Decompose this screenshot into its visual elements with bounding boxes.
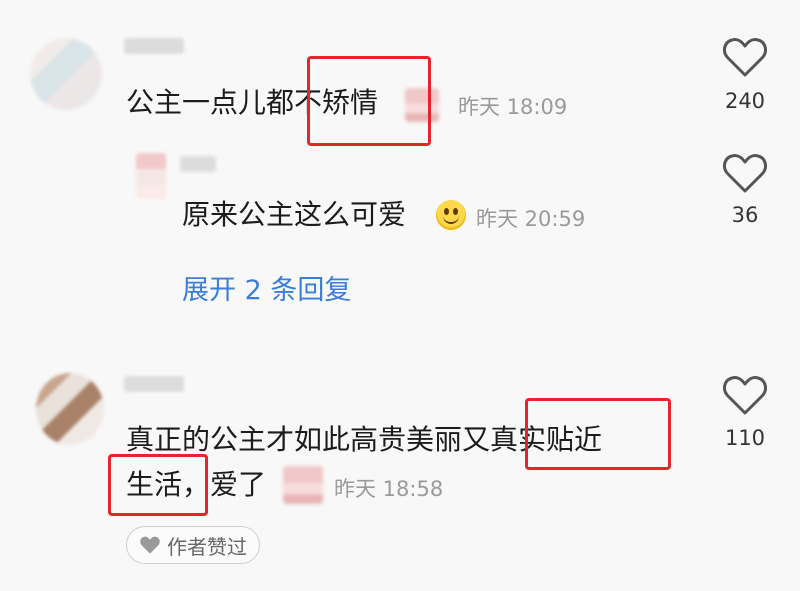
highlight-box [525,398,671,470]
expand-replies-link[interactable]: 展开 2 条回复 [182,268,351,307]
commenter-name-blurred[interactable] [124,38,184,54]
like-count: 110 [724,426,766,450]
commenter-avatar[interactable] [36,373,104,445]
sticker-blurred [283,466,323,504]
reply-timestamp: 昨天 20:59 [476,207,586,231]
highlight-box [108,454,208,516]
replier-name-blurred[interactable] [180,156,216,172]
like-heart-icon[interactable] [722,152,768,194]
commenter-name-blurred[interactable] [124,376,184,392]
comment-timestamp: 昨天 18:58 [334,477,444,501]
like-heart-icon[interactable] [722,36,768,78]
comment-timestamp: 昨天 18:09 [458,95,568,119]
highlight-box [307,56,431,146]
reply-text: 原来公主这么可爱 [182,198,407,231]
like-heart-icon[interactable] [722,374,768,416]
replier-avatar[interactable] [136,153,166,199]
heart-filled-icon [140,536,160,554]
like-count: 240 [724,89,766,113]
commenter-avatar[interactable] [30,38,102,110]
author-liked-label: 作者赞过 [167,534,247,559]
smile-emoji-icon [436,200,466,230]
author-liked-badge: 作者赞过 [126,526,260,564]
like-count: 36 [731,203,759,227]
